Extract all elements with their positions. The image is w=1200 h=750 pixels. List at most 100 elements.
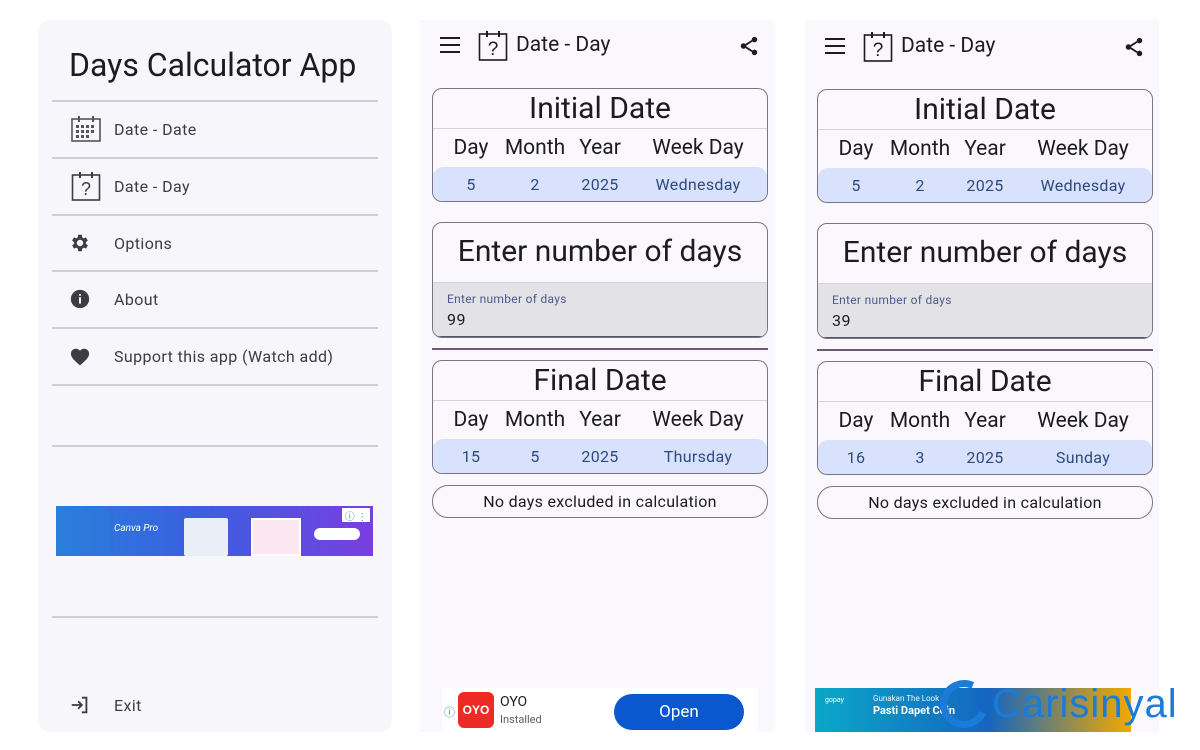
ad-app-status: Installed [500, 713, 542, 726]
column-header: Week Day [1037, 409, 1129, 433]
month-value: 5 [530, 447, 540, 466]
days-input-card: Enter number of days Enter number of day… [817, 223, 1153, 339]
gear-icon [68, 231, 92, 255]
ad-brand: gopay [825, 696, 844, 704]
drawer-item-about[interactable]: About [52, 271, 378, 327]
month-value: 2 [915, 176, 925, 195]
date-values-row[interactable]: 5 2 2025 Wednesday [818, 168, 1152, 202]
exit-icon [68, 693, 92, 717]
date-values-row: 15 5 2025 Thursday [433, 439, 767, 473]
drawer-item-label: Support this app (Watch add) [114, 346, 334, 366]
section-divider [432, 348, 768, 350]
weekday-value: Sunday [1055, 448, 1111, 467]
drawer-item-label: Date - Date [114, 119, 197, 139]
column-header: Month [889, 409, 951, 433]
column-header: Month [504, 408, 566, 432]
watermark-text: Carisinyal [992, 681, 1178, 726]
menu-icon[interactable] [825, 38, 845, 54]
info-icon [68, 287, 92, 311]
initial-date-card: Initial Date Day Month Year Week Day 5 2… [817, 89, 1153, 203]
drawer-item-support[interactable]: Support this app (Watch add) [52, 328, 378, 384]
drawer-divider [52, 445, 378, 447]
column-header: Year [964, 137, 1006, 161]
drawer-divider [52, 616, 378, 618]
drawer-item-date-date[interactable]: Date - Date [52, 101, 378, 157]
card-heading: Initial Date [433, 89, 767, 129]
input-label: Enter number of days [832, 293, 952, 307]
input-value: 39 [832, 311, 851, 330]
column-header: Week Day [652, 408, 744, 432]
day-value: 16 [846, 448, 866, 467]
year-value: 2025 [966, 448, 1004, 467]
excluded-days-button[interactable]: No days excluded in calculation [432, 485, 768, 518]
day-value: 15 [461, 447, 481, 466]
ad-logo: OYO [458, 692, 494, 728]
watermark-logo: Carisinyal [933, 673, 1178, 735]
final-date-card: Final Date Day Month Year Week Day 15 5 … [432, 360, 768, 474]
drawer-divider [52, 384, 378, 386]
drawer-item-exit[interactable]: Exit [52, 677, 378, 733]
menu-icon[interactable] [440, 37, 460, 53]
share-icon[interactable] [1123, 36, 1145, 58]
calendar-question-icon: ? [478, 31, 508, 61]
days-input[interactable]: Enter number of days 39 [818, 284, 1152, 338]
card-heading: Final Date [433, 361, 767, 401]
year-value: 2025 [581, 175, 619, 194]
ad-text: Gunakan The Look [873, 694, 940, 703]
ad-info-icon[interactable]: ⓘ [444, 704, 455, 720]
watermark-mark [933, 673, 995, 735]
calendar-question-icon: ? [68, 168, 104, 204]
svg-text:?: ? [81, 179, 91, 199]
date-day-screen-1: ? Date - Day Initial Date Day Month Year… [420, 20, 774, 732]
drawer-item-label: About [114, 289, 159, 309]
top-app-bar: ? Date - Day [420, 20, 774, 74]
column-header: Day [453, 408, 489, 432]
card-heading: Enter number of days [433, 223, 767, 283]
screen-title: Date - Day [516, 33, 611, 57]
section-divider [817, 349, 1153, 351]
screen-title: Date - Day [901, 34, 996, 58]
column-header: Year [579, 408, 621, 432]
input-value: 99 [447, 310, 466, 329]
navigation-drawer: Days Calculator App Date - Date ? Date -… [38, 20, 392, 732]
weekday-value: Thursday [663, 447, 733, 466]
date-values-row[interactable]: 5 2 2025 Wednesday [433, 167, 767, 201]
month-value: 2 [530, 175, 540, 194]
svg-text:?: ? [488, 39, 499, 60]
share-icon[interactable] [738, 35, 760, 57]
days-input[interactable]: Enter number of days 99 [433, 283, 767, 337]
days-input-card: Enter number of days Enter number of day… [432, 222, 768, 338]
ad-photo [251, 518, 301, 556]
year-value: 2025 [581, 447, 619, 466]
ad-info-icon[interactable]: ⓘ ⋮ [342, 508, 370, 523]
final-date-card: Final Date Day Month Year Week Day 16 3 … [817, 361, 1153, 475]
svg-text:?: ? [873, 40, 884, 61]
column-header: Month [889, 137, 951, 161]
weekday-value: Wednesday [1040, 176, 1126, 195]
weekday-value: Wednesday [655, 175, 741, 194]
column-header: Year [579, 136, 621, 160]
month-value: 3 [915, 448, 925, 467]
excluded-days-button[interactable]: No days excluded in calculation [817, 486, 1153, 519]
drawer-item-label: Exit [114, 695, 142, 715]
ad-open-button[interactable]: Open [614, 694, 744, 730]
column-header: Year [964, 409, 1006, 433]
year-value: 2025 [966, 176, 1004, 195]
column-header: Week Day [1037, 137, 1129, 161]
drawer-item-options[interactable]: Options [52, 215, 378, 271]
day-value: 5 [466, 175, 476, 194]
column-header: Week Day [652, 136, 744, 160]
ad-banner[interactable]: ⓘ OYO OYO Installed Open [442, 688, 758, 732]
ad-banner[interactable]: Canva Pro ⓘ ⋮ [56, 506, 373, 556]
date-day-screen-2: ? Date - Day Initial Date Day Month Year… [805, 20, 1159, 732]
input-label: Enter number of days [447, 292, 567, 306]
calendar-grid-icon [68, 111, 104, 147]
drawer-title: Days Calculator App [69, 46, 357, 84]
column-header: Day [838, 409, 874, 433]
card-heading: Enter number of days [818, 224, 1152, 284]
card-heading: Initial Date [818, 90, 1152, 130]
drawer-item-date-day[interactable]: ? Date - Day [52, 158, 378, 214]
column-header: Day [838, 137, 874, 161]
heart-icon [68, 344, 92, 368]
drawer-item-label: Date - Day [114, 176, 190, 196]
